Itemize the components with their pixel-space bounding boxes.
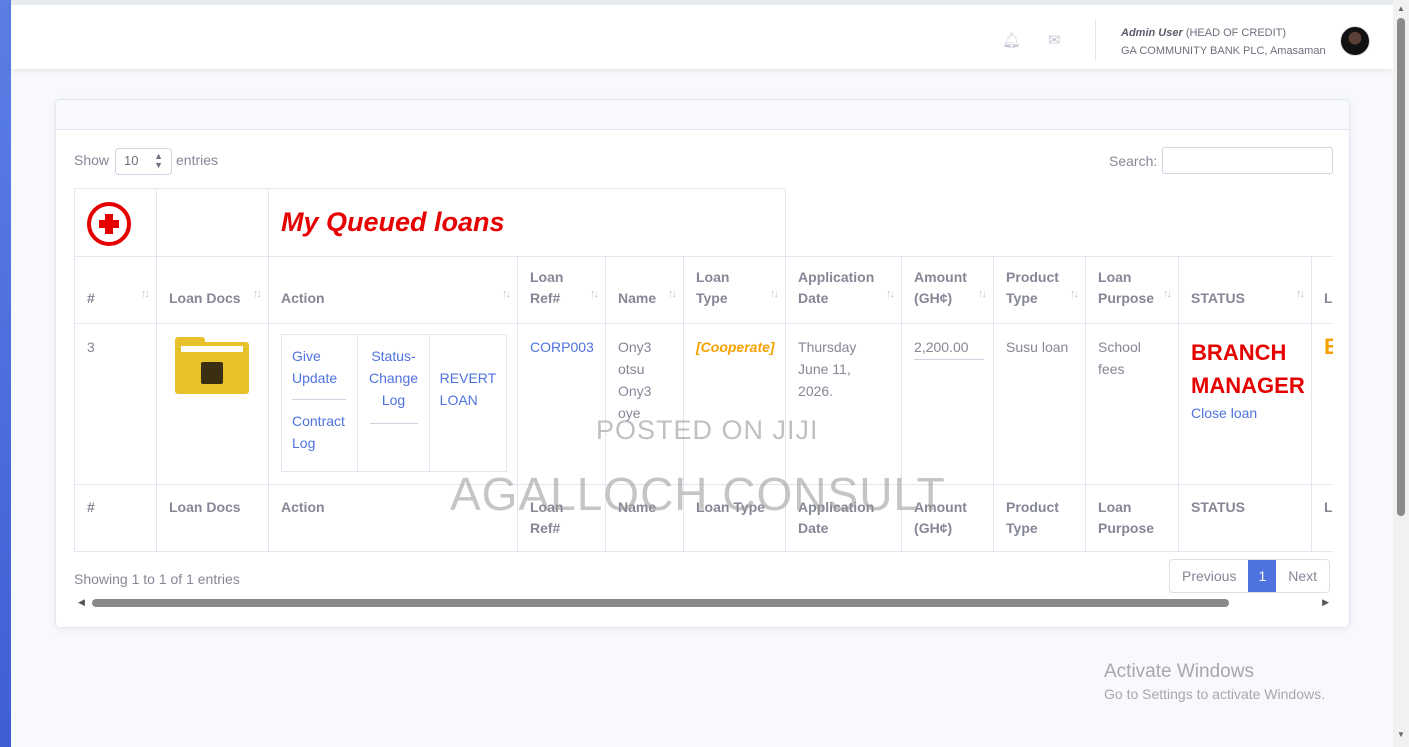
close-loan-link[interactable]: Close loan <box>1191 405 1257 421</box>
action-cell: Give Update Contract Log Status-Change L… <box>268 323 518 485</box>
sort-icon: ↑↓ <box>141 288 150 300</box>
col-header[interactable]: LI <box>1311 256 1333 324</box>
user-info[interactable]: Admin User (HEAD OF CREDIT) <box>1121 27 1286 39</box>
loan-docs-cell <box>156 323 269 485</box>
row-number: 3 <box>74 323 157 485</box>
col-header[interactable]: Action ↑↓ <box>268 256 518 324</box>
product-type: Susu loan <box>993 323 1087 485</box>
amount-cell: 2,200.00 <box>901 323 995 485</box>
topbar-divider <box>1095 20 1096 60</box>
amount: 2,200.00 <box>914 339 969 355</box>
sort-icon: ↑↓ <box>978 288 987 300</box>
loan-type: [Cooperate] <box>696 339 775 355</box>
name-cell: Ony3 otsu Ony3 oye <box>605 323 684 485</box>
user-name: Admin User <box>1121 27 1183 39</box>
scroll-down-icon[interactable]: ▼ <box>1397 730 1405 739</box>
select-arrows-icon: ▲ ▼ <box>154 151 163 170</box>
add-circle-icon[interactable] <box>87 202 131 246</box>
topbar: 🔔︎ ✉︎ Admin User (HEAD OF CREDIT) GA COM… <box>11 0 1393 69</box>
page-1-button[interactable]: 1 <box>1248 560 1277 592</box>
scroll-up-icon[interactable]: ▲ <box>1397 4 1405 13</box>
col-header[interactable]: Application Date ↑↓ <box>785 256 903 324</box>
card-header <box>56 100 1349 130</box>
table-title: My Queued loans <box>281 207 505 237</box>
divider <box>292 399 346 400</box>
col-header[interactable]: # ↑↓ <box>74 256 157 324</box>
footer-cell: Loan Docs <box>156 484 269 552</box>
col-header[interactable]: Amount (GH¢) ↑↓ <box>901 256 995 324</box>
revert-loan-link[interactable]: REVERT LOAN <box>440 370 496 408</box>
col-header[interactable]: Loan Docs ↑↓ <box>156 256 269 324</box>
activate-windows-title: Activate Windows <box>1104 661 1254 682</box>
sort-icon: ↑↓ <box>886 288 895 300</box>
search-input[interactable] <box>1162 147 1333 174</box>
action-col: REVERT LOAN <box>430 335 506 471</box>
pagination: Previous 1 Next <box>1169 559 1331 593</box>
add-loan-cell <box>74 188 157 257</box>
envelope-icon[interactable]: ✉︎ <box>1048 31 1061 49</box>
sort-icon: ↑↓ <box>770 288 779 300</box>
action-box: Give Update Contract Log Status-Change L… <box>281 334 507 472</box>
sort-icon: ↑↓ <box>590 288 599 300</box>
page-size-value: 10 <box>124 153 139 168</box>
footer-cell: Product Type <box>1006 499 1059 536</box>
action-col: Give Update Contract Log <box>282 335 359 471</box>
last-col-value: E <box>1324 334 1333 359</box>
loan-ref-link[interactable]: CORP003 <box>530 339 594 355</box>
vertical-scrollbar[interactable]: ▲ ▼ <box>1393 0 1409 747</box>
col-header[interactable]: Loan Ref# ↑↓ <box>517 256 606 324</box>
activate-windows-text: Go to Settings to activate Windows. <box>1104 686 1325 702</box>
watermark-posted: POSTED ON JIJI <box>596 415 819 445</box>
user-role: (HEAD OF CREDIT) <box>1185 27 1287 39</box>
footer-cell: Loan Purpose <box>1098 499 1155 536</box>
action-col: Status-Change Log <box>358 335 430 471</box>
sort-icon: ↑↓ <box>1163 288 1172 300</box>
col-header[interactable]: Product Type ↑↓ <box>993 256 1087 324</box>
col-header[interactable]: Name ↑↓ <box>605 256 684 324</box>
sidebar-edge <box>0 0 11 747</box>
horizontal-scrollbar[interactable]: ◀ ▶ <box>74 595 1333 611</box>
status-badge: BRANCH MANAGER <box>1191 340 1305 398</box>
loan-purpose: School fees <box>1085 323 1180 485</box>
footer-cell: LI <box>1311 484 1333 552</box>
avatar[interactable] <box>1340 26 1370 56</box>
col-header[interactable]: Loan Purpose ↑↓ <box>1085 256 1180 324</box>
show-label: Show <box>74 152 110 168</box>
footer-cell: # <box>74 484 157 552</box>
title-row: My Queued loans <box>74 188 1333 257</box>
status-change-log-link[interactable]: Status-Change Log <box>369 348 418 408</box>
scroll-right-icon[interactable]: ▶ <box>1322 597 1329 608</box>
watermark-consult: AGALLOCH CONSULT <box>450 468 946 520</box>
col-header[interactable]: Loan Type ↑↓ <box>682 256 787 324</box>
sort-icon: ↑↓ <box>1296 288 1305 300</box>
bell-icon[interactable]: 🔔︎ <box>1002 31 1021 49</box>
page-size-select[interactable]: 10 ▲ ▼ <box>115 148 172 175</box>
empty-cell <box>156 188 269 257</box>
table-row: 3 Give Update Contract Log Status-Change… <box>74 323 1333 485</box>
empty-cell <box>785 188 1333 257</box>
sort-icon: ↑↓ <box>1070 288 1079 300</box>
showing-info: Showing 1 to 1 of 1 entries <box>74 571 240 587</box>
footer-cell: STATUS <box>1178 484 1313 552</box>
sort-icon: ↑↓ <box>668 288 677 300</box>
next-button[interactable]: Next <box>1276 560 1329 592</box>
sort-icon: ↑↓ <box>502 288 511 300</box>
contract-log-link[interactable]: Contract Log <box>292 413 345 451</box>
header-row: # ↑↓ Loan Docs ↑↓ Action ↑↓ Loan Ref# ↑↓ Nam… <box>74 256 1333 324</box>
application-date: Thursday June 11, 2026. <box>785 323 903 485</box>
previous-button[interactable]: Previous <box>1170 560 1248 592</box>
entries-label: entries <box>176 152 219 168</box>
scroll-left-icon[interactable]: ◀ <box>78 597 85 608</box>
scrollbar-thumb[interactable] <box>92 599 1229 607</box>
sort-icon: ↑↓ <box>253 288 262 300</box>
user-bank: GA COMMUNITY BANK PLC, Amasaman <box>1121 45 1326 57</box>
status-cell: BRANCH MANAGER Close loan <box>1178 323 1313 485</box>
col-header[interactable]: STATUS ↑↓ <box>1178 256 1313 324</box>
search-label: Search: <box>1109 153 1158 169</box>
scrollbar-thumb[interactable] <box>1397 18 1405 516</box>
give-update-link[interactable]: Give Update <box>292 348 337 386</box>
loans-card: Show 10 ▲ ▼ entries Search: My Queued loa… <box>55 99 1350 628</box>
divider <box>369 423 418 424</box>
folder-icon[interactable] <box>175 337 249 394</box>
